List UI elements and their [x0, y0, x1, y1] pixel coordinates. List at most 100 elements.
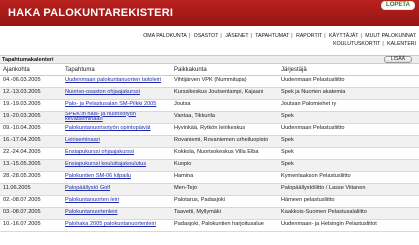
table-cell: 12.-13.03.2005 — [0, 87, 62, 100]
table-cell: Nuoriso-osaston ohjaajakurssi — [62, 87, 171, 100]
event-organizer: Spek — [281, 161, 294, 168]
event-date: 09.-10.04.2005 — [3, 125, 41, 132]
event-place: Joutsa — [174, 101, 191, 108]
event-date: 12.-13.03.2005 — [3, 89, 41, 96]
event-link[interactable]: Nuoriso-osaston ohjaajakurssi — [65, 89, 140, 95]
event-organizer: Joutsan Palomiehet ry — [281, 101, 337, 108]
event-link[interactable]: Ensiapukurssi ohjaajakurssi — [65, 149, 134, 155]
event-date: 16.-17.04.2005 — [3, 137, 41, 144]
table-cell: Joutsan Palomiehet ry — [278, 99, 419, 112]
event-organizer: Spek — [281, 137, 294, 144]
event-place: Taavetti, Myllymäki — [174, 209, 221, 216]
nav-oma-palokunta[interactable]: OMA PALOKUNTA — [143, 33, 187, 39]
table-cell: 02.-08.07.2005 — [0, 195, 62, 208]
nav-row-primary: OMA PALOKUNTA | OSASTOT | JÄSENET | TAPAHTU… — [143, 33, 416, 39]
table-row: 10.-16.07.2005 Palohaka 2005 palokuntanuo… — [0, 219, 419, 232]
table-cell: Hämeen pelastusliitto — [278, 195, 419, 208]
table-cell: Padasjoki, Palokuntien harjoitusalue — [171, 219, 278, 232]
event-link[interactable]: Palokuntanuorisotyön opintopäivät — [65, 125, 151, 131]
nav-muut-palokunnat[interactable]: MUUT PALOKUNNAT — [365, 33, 416, 39]
column-header-event[interactable]: Tapahtuma — [62, 66, 171, 76]
event-place: Vantaa, Tikkurila — [174, 113, 215, 120]
event-link[interactable]: Leiriseminaari — [65, 137, 100, 143]
event-link[interactable]: Palokuntien SM-06 kilpailu — [65, 173, 131, 179]
nav-jasenet[interactable]: JÄSENET — [225, 33, 248, 39]
table-cell: 16.-17.04.2005 — [0, 135, 62, 148]
event-organizer: Uudenmaan Pelastusliitto — [281, 77, 345, 84]
event-link[interactable]: Palopäällystö Golf — [65, 185, 110, 191]
event-place: Kuopio — [174, 161, 192, 168]
column-header-organizer[interactable]: Järjestäjä — [278, 66, 419, 76]
table-cell: Palokuntanuorten leiri — [62, 195, 171, 208]
event-organizer: Palopäällystöliitto / Lasse Viitanen — [281, 185, 366, 192]
event-place: Men-Tejo — [174, 185, 198, 192]
event-organizer: Kymenlaakson Pelastusliitto — [281, 173, 351, 180]
nav-raportit[interactable]: RAPORTIT — [296, 33, 322, 39]
event-place: Palotarus, Padasjoki — [174, 197, 225, 204]
table-row: 19.-20.03.2005 SPEK:in nais- ja nuorisoty… — [0, 111, 419, 124]
nav-kalenteri[interactable]: KALENTERI — [387, 41, 416, 47]
table-cell: Uudenmaan Pelastusliitto — [278, 123, 419, 136]
table-cell: Palotarus, Padasjoki — [171, 195, 278, 208]
table-cell: Ensiapukurssi kouluttajakoulutus — [62, 159, 171, 172]
table-row: 22.-24.04.2005 Ensiapukurssi ohjaajakurss… — [0, 147, 419, 160]
table-row: 28.-28.05.2005 Palokuntien SM-06 kilpailu… — [0, 171, 419, 184]
event-date: 11.06.2005 — [3, 185, 31, 192]
event-link[interactable]: Palo- ja Pelastusalan SM-Pilkki 2005 — [65, 101, 156, 107]
event-link[interactable]: Uudenmaan palokuntanuorten taitoleiri — [65, 77, 161, 83]
logout-button[interactable]: LOPETA — [381, 1, 415, 10]
table-row: 19.-19.03.2005 Palo- ja Pelastusalan SM-P… — [0, 99, 419, 112]
event-link[interactable]: Palokuntanuortenleiri — [65, 209, 118, 215]
event-link[interactable]: Palokuntanuorten leiri — [65, 197, 119, 203]
table-cell: Kuopio — [171, 159, 278, 172]
table-cell: 28.-28.05.2005 — [0, 171, 62, 184]
table-cell: Kokkola, Nuorisokeskus Villa Elba — [171, 147, 278, 160]
section-header: Tapahtumakalenteri LISÄÄ — [0, 55, 419, 64]
table-row: 13.-15.05.2005 Ensiapukurssi kouluttajako… — [0, 159, 419, 172]
nav-kayttajat[interactable]: KÄYTTÄJÄT — [329, 33, 358, 39]
table-cell: Palo- ja Pelastusalan SM-Pilkki 2005 — [62, 99, 171, 112]
main-navigation: OMA PALOKUNTA | OSASTOT | JÄSENET | TAPAHTU… — [0, 32, 419, 50]
table-cell: 22.-24.04.2005 — [0, 147, 62, 160]
column-header-date[interactable]: Ajankohta — [0, 66, 62, 76]
column-header-place[interactable]: Paikkakunta — [171, 66, 278, 76]
table-cell: Taavetti, Myllymäki — [171, 207, 278, 220]
event-organizer: Spek — [281, 149, 294, 156]
add-event-button[interactable]: LISÄÄ — [384, 56, 412, 63]
table-row: 16.-17.04.2005 Leiriseminaari Rovaniemi, R… — [0, 135, 419, 148]
event-place: Hyvinkää, Rytkön leirikeskus — [174, 125, 246, 132]
table-cell: Vihtijärven VPK (Nummitupa) — [171, 75, 278, 88]
event-place: Padasjoki, Palokuntien harjoitusalue — [174, 221, 264, 228]
table-cell: 09.-10.04.2005 — [0, 123, 62, 136]
event-link[interactable]: SPEK:in nais- ja nuorisotyön kevätsemina… — [65, 111, 136, 122]
table-cell: Spek — [278, 111, 419, 124]
table-cell: Spek — [278, 135, 419, 148]
event-date: 03.-08.07.2005 — [3, 209, 41, 216]
event-organizer: Kaakkois-Suomen Pelastusalaliitto — [281, 209, 367, 216]
table-cell: 10.-16.07.2005 — [0, 219, 62, 232]
table-cell: Uudenmaan palokuntanuorten taitoleiri — [62, 75, 171, 88]
event-organizer: Uudenmaan Pelastusliitto — [281, 125, 345, 132]
nav-osastot[interactable]: OSASTOT — [194, 33, 219, 39]
event-link[interactable]: Ensiapukurssi kouluttajakoulutus — [65, 161, 146, 167]
section-title: Tapahtumakalenteri — [2, 57, 54, 63]
table-cell: Kurssikeskus Joutsenlampi, Kajaani — [171, 87, 278, 100]
table-cell: Rovaniemi, Rovaniemen urheiluopisto — [171, 135, 278, 148]
event-date: 22.-24.04.2005 — [3, 149, 41, 156]
nav-koulutuskortit[interactable]: KOULUTUSKORTIT — [333, 41, 380, 47]
event-organizer: Uudenmaan- ja Helsingin Pelastusliitot — [281, 221, 377, 228]
table-cell: Palopäällystö Golf — [62, 183, 171, 196]
nav-row-secondary: KOULUTUSKORTIT | KALENTERI — [333, 41, 416, 47]
table-cell: Kymenlaakson Pelastusliitto — [278, 171, 419, 184]
event-organizer: Spek ja Nuorten akatemia — [281, 89, 346, 96]
table-cell: Palokuntanuortenleiri — [62, 207, 171, 220]
table-cell: 03.-08.07.2005 — [0, 207, 62, 220]
event-link[interactable]: Palohaka 2005 palokuntanuortenleiri — [65, 221, 156, 227]
table-cell: Spek — [278, 159, 419, 172]
nav-tapahtumat[interactable]: TAPAHTUMAT — [255, 33, 289, 39]
table-cell: Uudenmaan Pelastusliitto — [278, 75, 419, 88]
event-place: Vihtijärven VPK (Nummitupa) — [174, 77, 247, 84]
event-date: 19.-19.03.2005 — [3, 101, 41, 108]
event-date: 04.-06.03.2005 — [3, 77, 41, 84]
event-date: 02.-08.07.2005 — [3, 197, 41, 204]
